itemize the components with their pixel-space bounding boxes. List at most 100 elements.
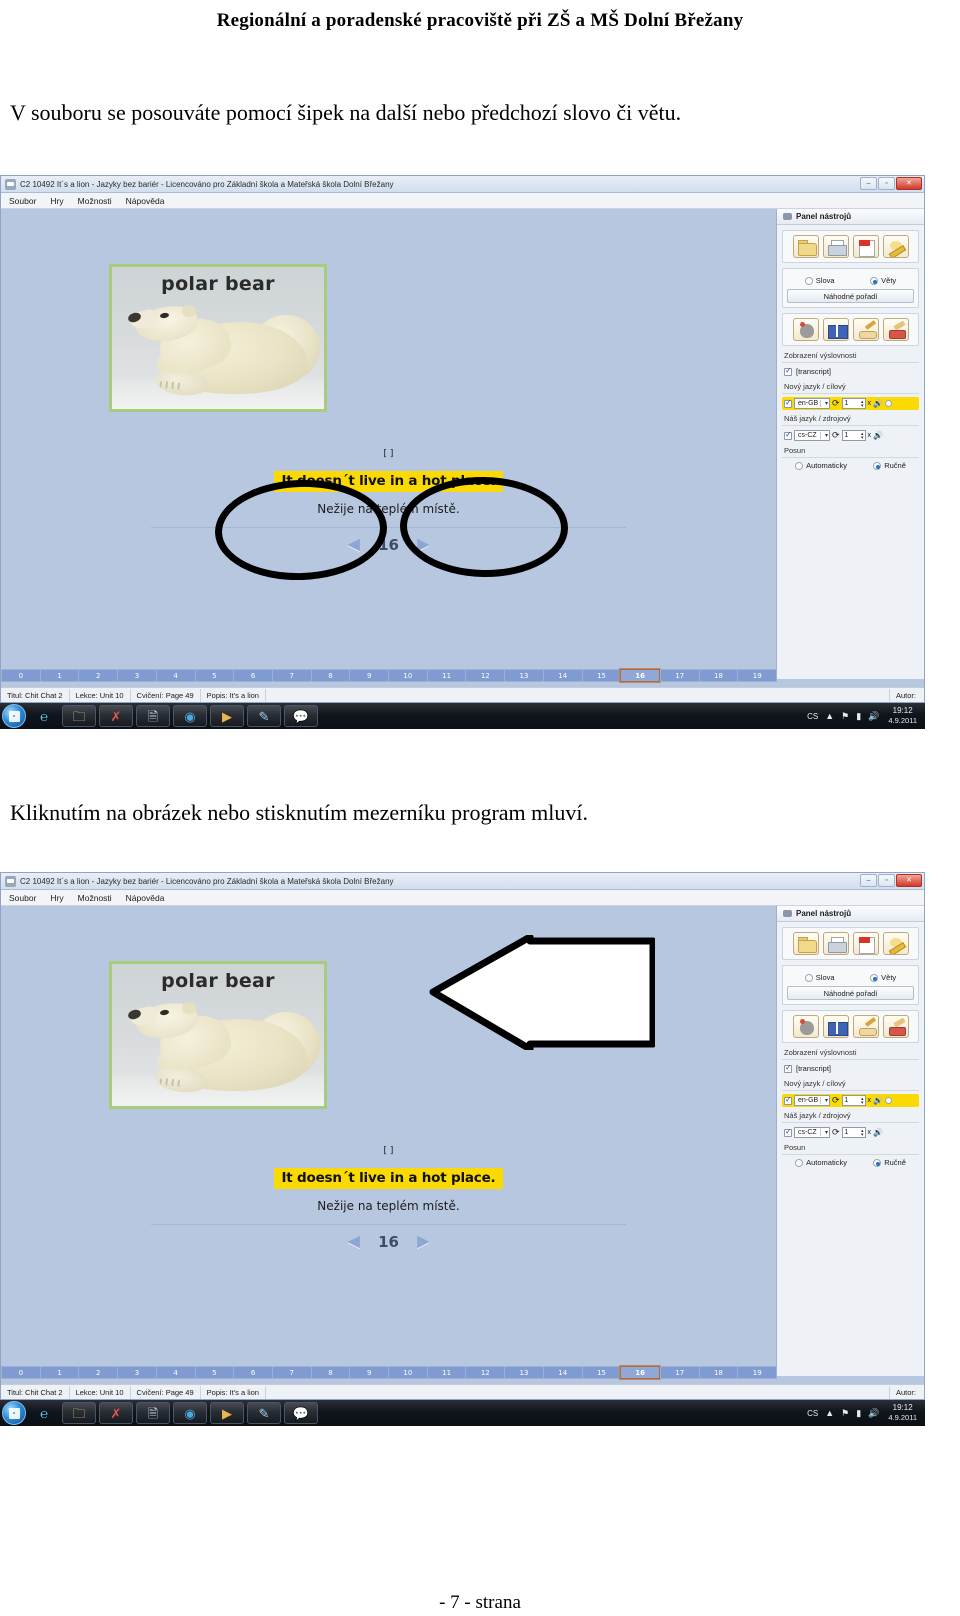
network-icon[interactable]: ▮: [856, 711, 861, 722]
new-language-checkbox[interactable]: [784, 398, 792, 408]
clock[interactable]: 19:12 4.9.2011: [886, 1403, 921, 1423]
page-cell-11[interactable]: 11: [426, 669, 466, 682]
menu-item-hry[interactable]: Hry: [50, 196, 63, 206]
page-cell-2[interactable]: 2: [78, 669, 118, 682]
flag-icon[interactable]: ⚑: [841, 1408, 849, 1419]
speaker-icon-new-language[interactable]: 🔊: [873, 1096, 883, 1105]
tray-language[interactable]: CS: [807, 1409, 818, 1418]
new-language-checkbox[interactable]: [784, 1095, 792, 1105]
menu-item-napoveda[interactable]: Nápověda: [126, 893, 165, 903]
page-cell-18[interactable]: 18: [698, 669, 738, 682]
pdf-export-icon[interactable]: [852, 932, 879, 955]
page-cell-11[interactable]: 11: [426, 1366, 466, 1379]
page-cell-1[interactable]: 1: [39, 1366, 79, 1379]
book-icon[interactable]: [822, 1015, 849, 1038]
page-cell-5[interactable]: 5: [194, 1366, 234, 1379]
tray-language[interactable]: CS: [807, 712, 818, 721]
new-language-repeat-stepper[interactable]: 1 ▴ ▾: [841, 398, 866, 409]
chat-app-icon[interactable]: 💬: [284, 1402, 318, 1424]
radio-sentences[interactable]: Věty: [870, 973, 896, 982]
volume-icon[interactable]: 🔊: [868, 711, 879, 722]
shuffle-button[interactable]: Náhodné pořadí: [787, 289, 914, 303]
document-icon[interactable]: 🗎: [136, 705, 170, 727]
document-icon[interactable]: 🗎: [136, 1402, 170, 1424]
page-cell-17[interactable]: 17: [659, 1366, 699, 1379]
close-button[interactable]: ✕: [896, 177, 922, 190]
speaker-icon-our-language[interactable]: 🔊: [873, 1128, 883, 1137]
minimize-button[interactable]: –: [860, 874, 877, 887]
mouse-game-icon[interactable]: [792, 318, 819, 341]
open-folder-icon[interactable]: [792, 932, 819, 955]
eraser-icon[interactable]: [882, 318, 909, 341]
volume-icon[interactable]: 🔊: [868, 1408, 879, 1419]
radio-words[interactable]: Slova: [804, 276, 835, 285]
page-cell-7[interactable]: 7: [271, 669, 311, 682]
page-cell-2[interactable]: 2: [78, 1366, 118, 1379]
menu-item-napoveda[interactable]: Nápověda: [126, 196, 165, 206]
flashcard[interactable]: polar bear: [109, 961, 327, 1109]
page-cell-4[interactable]: 4: [155, 1366, 195, 1379]
repeat-icon[interactable]: ⟳: [832, 1095, 840, 1106]
page-cell-15[interactable]: 15: [581, 1366, 621, 1379]
page-cell-7[interactable]: 7: [271, 1366, 311, 1379]
edit-pencil-icon[interactable]: [882, 235, 909, 258]
page-cell-4[interactable]: 4: [155, 669, 195, 682]
edit-pencil-icon[interactable]: [882, 932, 909, 955]
page-cell-12[interactable]: 12: [465, 669, 505, 682]
mouse-game-icon[interactable]: [792, 1015, 819, 1038]
folder-icon[interactable]: 🗀: [62, 705, 96, 727]
repeat-icon[interactable]: ⟳: [832, 398, 840, 409]
pdf-export-icon[interactable]: [852, 235, 879, 258]
transcript-checkbox-row[interactable]: [transcript]: [782, 366, 919, 378]
page-cell-5[interactable]: 5: [194, 669, 234, 682]
chat-app-icon[interactable]: 💬: [284, 705, 318, 727]
page-cell-8[interactable]: 8: [310, 1366, 350, 1379]
repeat-icon[interactable]: ⟳: [832, 1127, 840, 1138]
internet-explorer-icon[interactable]: ℮: [29, 1402, 59, 1424]
page-cell-6[interactable]: 6: [233, 1366, 272, 1379]
xls-document-icon[interactable]: ✗: [99, 1402, 133, 1424]
page-cell-14[interactable]: 14: [542, 1366, 582, 1379]
transcript-checkbox[interactable]: [784, 366, 792, 376]
start-orb-icon[interactable]: [2, 704, 26, 728]
xls-document-icon[interactable]: ✗: [99, 705, 133, 727]
page-cell-0[interactable]: 0: [1, 669, 40, 682]
menu-item-soubor[interactable]: Soubor: [9, 893, 36, 903]
page-cell-18[interactable]: 18: [698, 1366, 738, 1379]
page-cell-9[interactable]: 9: [349, 1366, 389, 1379]
open-folder-icon[interactable]: [792, 235, 819, 258]
new-language-select[interactable]: en-GB ▾: [794, 398, 830, 409]
our-language-checkbox[interactable]: [784, 1127, 792, 1137]
page-cell-14[interactable]: 14: [542, 669, 582, 682]
page-cell-3[interactable]: 3: [117, 669, 156, 682]
radio-sentences[interactable]: Věty: [870, 276, 896, 285]
printer-icon[interactable]: [822, 235, 849, 258]
our-language-select[interactable]: cs-CZ ▾: [794, 430, 830, 441]
prev-arrow-icon[interactable]: ◄: [343, 534, 364, 555]
prev-arrow-icon[interactable]: ◄: [343, 1231, 364, 1252]
page-cell-15[interactable]: 15: [581, 669, 621, 682]
next-arrow-icon[interactable]: ►: [413, 1231, 434, 1252]
target-sentence[interactable]: It doesn´t live in a hot place.: [274, 1168, 503, 1189]
page-cell-10[interactable]: 10: [388, 669, 427, 682]
new-language-repeat-stepper[interactable]: 1 ▴ ▾: [841, 1095, 866, 1106]
minimize-button[interactable]: –: [860, 177, 877, 190]
maximize-button[interactable]: ▫: [878, 177, 895, 190]
menu-item-soubor[interactable]: Soubor: [9, 196, 36, 206]
flag-icon[interactable]: ⚑: [841, 711, 849, 722]
firefox-icon[interactable]: ◉: [173, 705, 207, 727]
radio-words[interactable]: Slova: [804, 973, 835, 982]
target-sentence[interactable]: It doesn´t live in a hot place.: [274, 471, 503, 492]
transcript-checkbox-row[interactable]: [transcript]: [782, 1063, 919, 1075]
page-cell-13[interactable]: 13: [504, 1366, 543, 1379]
page-cell-9[interactable]: 9: [349, 669, 389, 682]
our-language-repeat-stepper[interactable]: 1 ▴ ▾: [841, 1127, 866, 1138]
page-cell-19[interactable]: 19: [737, 669, 778, 682]
page-cell-1[interactable]: 1: [39, 669, 79, 682]
radio-auto-scroll[interactable]: Automaticky: [795, 1158, 847, 1167]
radio-manual-scroll[interactable]: Ručně: [873, 1158, 906, 1167]
media-player-icon[interactable]: ▶: [210, 705, 244, 727]
our-language-checkbox[interactable]: [784, 430, 792, 440]
printer-icon[interactable]: [822, 932, 849, 955]
radio-auto-scroll[interactable]: Automaticky: [795, 461, 847, 470]
